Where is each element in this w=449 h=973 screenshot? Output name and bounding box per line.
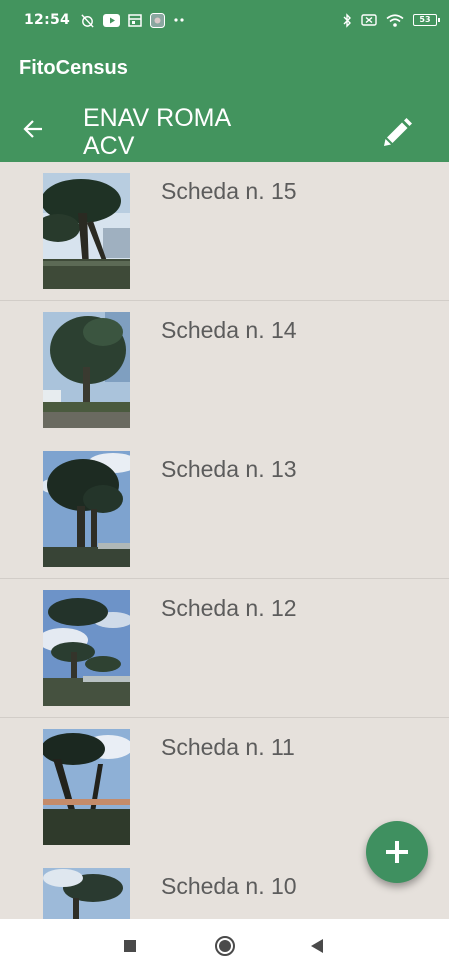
tree-photo [43, 451, 130, 567]
scheda-label: Scheda n. 12 [161, 595, 297, 621]
triangle-back-icon [309, 938, 325, 954]
app-title: FitoCensus [19, 56, 128, 79]
status-bar: 12:54 53 [0, 0, 449, 40]
calendar-icon [128, 13, 142, 27]
page-title: ENAV ROMA ACV [83, 104, 230, 160]
tree-photo [43, 868, 130, 919]
battery-icon: 53 [413, 14, 440, 26]
status-time: 12:54 [24, 12, 71, 28]
scheda-label: Scheda n. 15 [161, 178, 297, 204]
list-item[interactable]: Scheda n. 12 [0, 579, 449, 718]
edit-button[interactable] [376, 112, 418, 154]
toolbar: ENAV ROMA ACV [0, 96, 449, 162]
photo-icon [150, 12, 166, 28]
list-item[interactable]: Scheda n. 15 [0, 162, 449, 301]
status-notification-icons [80, 12, 185, 28]
scheda-label: Scheda n. 14 [161, 317, 297, 343]
youtube-icon [103, 13, 121, 27]
status-system-icons: 53 [342, 12, 440, 28]
circle-icon [214, 935, 236, 957]
square-icon [123, 939, 137, 953]
add-scheda-button[interactable] [366, 821, 428, 883]
tree-photo [43, 312, 130, 428]
back-button[interactable] [14, 110, 52, 148]
app-title-bar: FitoCensus [0, 40, 449, 96]
arrow-back-icon [22, 118, 44, 140]
tree-photo [43, 173, 130, 289]
system-nav-bar [0, 919, 449, 973]
wifi-icon [386, 13, 404, 27]
pencil-icon [380, 116, 414, 150]
alarm-off-icon [80, 13, 95, 28]
recents-button[interactable] [117, 933, 143, 959]
list-item[interactable]: Scheda n. 13 [0, 440, 449, 579]
tree-photo [43, 729, 130, 845]
scheda-label: Scheda n. 11 [161, 734, 295, 760]
scheda-label: Scheda n. 13 [161, 456, 297, 482]
back-nav-button[interactable] [304, 933, 330, 959]
tree-photo [43, 590, 130, 706]
list-item[interactable]: Scheda n. 14 [0, 301, 449, 440]
more-dots-icon [173, 17, 185, 23]
bluetooth-icon [342, 12, 352, 28]
plus-icon [385, 840, 409, 864]
scheda-list: Scheda n. 15 Scheda n. 14 Scheda n. 13 S… [0, 162, 449, 919]
scheda-label: Scheda n. 10 [161, 873, 297, 899]
no-sim-icon [361, 14, 377, 26]
home-button[interactable] [212, 933, 238, 959]
